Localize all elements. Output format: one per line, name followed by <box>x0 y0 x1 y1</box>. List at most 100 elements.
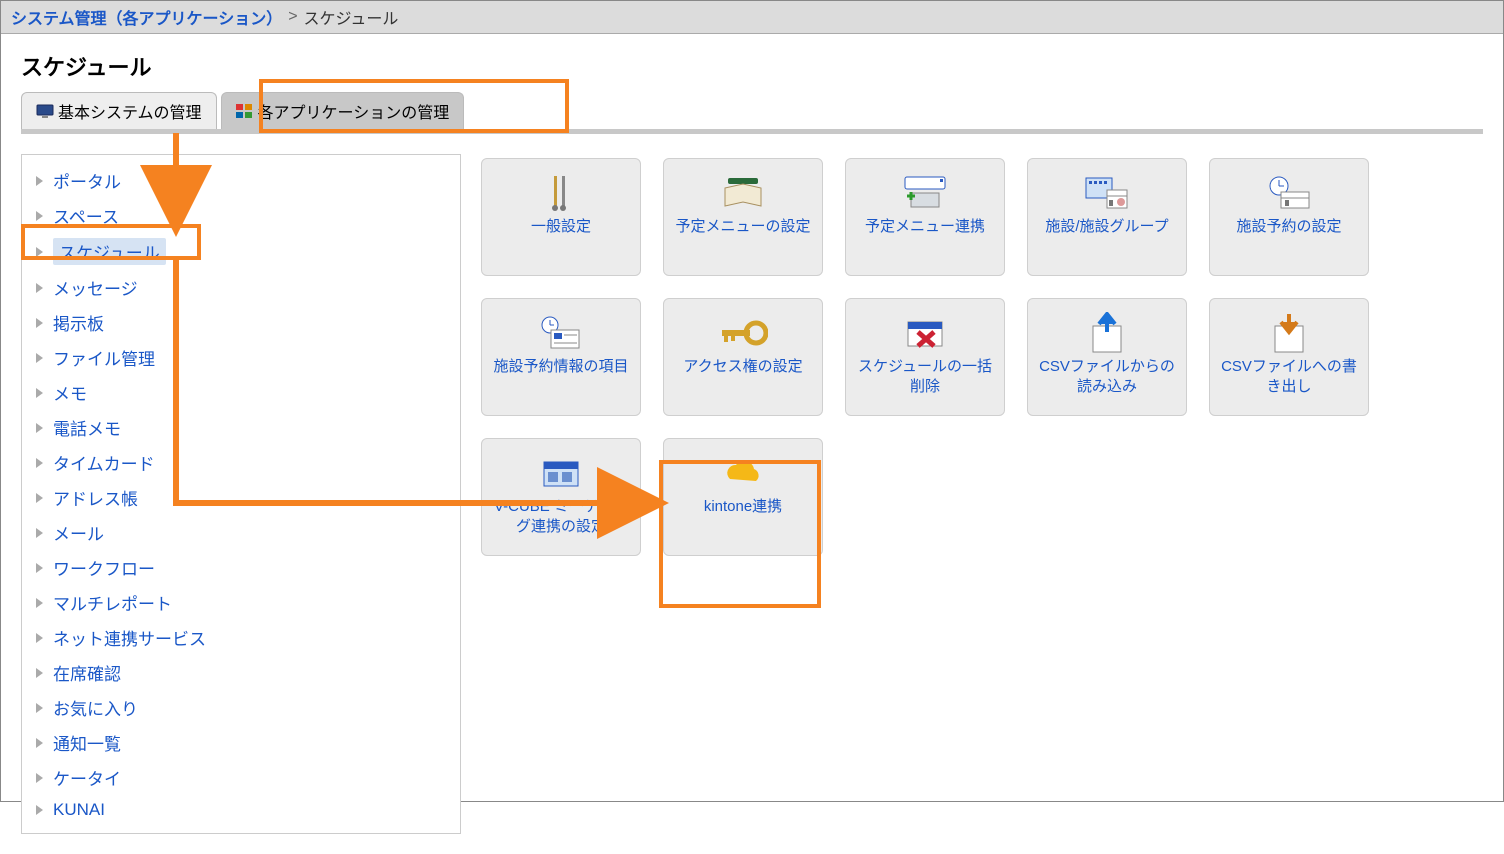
card-appointment-menu-link[interactable]: 予定メニュー連携 <box>845 158 1005 276</box>
page-title: スケジュール <box>1 34 1503 92</box>
tab-label: 基本システムの管理 <box>58 99 202 123</box>
card-label: 施設予約の設定 <box>1236 217 1341 237</box>
sidebar-item-mail[interactable]: メール <box>22 515 460 550</box>
card-label: 施設/施設グループ <box>1045 217 1168 237</box>
settings-grid: 一般設定 予定メニューの設定 予定メニュー連携 施設/施設グループ 施設予約の設… <box>481 154 1369 556</box>
sidebar-item-label: ケータイ <box>53 765 121 790</box>
chevron-right-icon <box>36 247 43 257</box>
card-access-rights[interactable]: アクセス権の設定 <box>663 298 823 416</box>
sidebar-item-timecard[interactable]: タイムカード <box>22 445 460 480</box>
sidebar-item-notifications[interactable]: 通知一覧 <box>22 725 460 760</box>
clock-card-icon <box>537 309 585 357</box>
breadcrumb-current: スケジュール <box>304 5 399 29</box>
sidebar-item-label: 電話メモ <box>53 415 121 440</box>
cloud-icon <box>720 449 766 497</box>
card-vcube-meeting[interactable]: V-CUBE ミーティング連携の設定 <box>481 438 641 556</box>
card-label: CSVファイルからの読み込み <box>1036 357 1178 396</box>
card-label: V-CUBE ミーティング連携の設定 <box>490 497 632 536</box>
chevron-right-icon <box>36 388 43 398</box>
chevron-right-icon <box>36 283 43 293</box>
card-general-settings[interactable]: 一般設定 <box>481 158 641 276</box>
tools-icon <box>542 169 580 217</box>
card-facility-group[interactable]: 施設/施設グループ <box>1027 158 1187 276</box>
chevron-right-icon <box>36 528 43 538</box>
sidebar-item-label: ファイル管理 <box>53 345 155 370</box>
sidebar-item-mobile[interactable]: ケータイ <box>22 760 460 795</box>
card-facility-reservation-items[interactable]: 施設予約情報の項目 <box>481 298 641 416</box>
apps-icon <box>236 104 254 118</box>
chevron-right-icon <box>36 668 43 678</box>
breadcrumb-separator: > <box>288 8 297 26</box>
card-schedule-bulk-delete[interactable]: スケジュールの一括削除 <box>845 298 1005 416</box>
sidebar-item-netlink[interactable]: ネット連携サービス <box>22 620 460 655</box>
card-label: 施設予約情報の項目 <box>493 357 628 377</box>
sidebar-item-label: アドレス帳 <box>53 485 138 510</box>
card-label: kintone連携 <box>704 497 782 517</box>
meeting-icon <box>538 449 584 497</box>
sidebar-item-workflow[interactable]: ワークフロー <box>22 550 460 585</box>
book-icon <box>721 169 765 217</box>
card-csv-export[interactable]: CSVファイルへの書き出し <box>1209 298 1369 416</box>
card-label: 予定メニュー連携 <box>865 217 985 237</box>
chevron-right-icon <box>36 703 43 713</box>
sidebar-item-label: メモ <box>53 380 87 405</box>
breadcrumb-root[interactable]: システム管理（各アプリケーション） <box>11 5 282 29</box>
chevron-right-icon <box>36 633 43 643</box>
card-csv-import[interactable]: CSVファイルからの読み込み <box>1027 298 1187 416</box>
tab-basic-system[interactable]: 基本システムの管理 <box>21 92 217 129</box>
sidebar-item-phonememo[interactable]: 電話メモ <box>22 410 460 445</box>
sidebar-item-label: KUNAI <box>53 800 105 820</box>
sidebar-item-label: メッセージ <box>53 275 138 300</box>
tab-each-application[interactable]: 各アプリケーションの管理 <box>221 92 465 129</box>
facility-icon <box>1083 169 1131 217</box>
card-appointment-menu-settings[interactable]: 予定メニューの設定 <box>663 158 823 276</box>
chevron-right-icon <box>36 493 43 503</box>
clock-desk-icon <box>1265 169 1313 217</box>
chevron-right-icon <box>36 738 43 748</box>
delete-calendar-icon <box>902 309 948 357</box>
side-nav: ポータル スペース スケジュール メッセージ 掲示板 ファイル管理 メモ 電話メ… <box>21 154 461 834</box>
sidebar-item-label: スペース <box>53 203 119 228</box>
sidebar-item-label: ワークフロー <box>53 555 155 580</box>
sidebar-item-label: ネット連携サービス <box>53 625 206 650</box>
sidebar-item-presence[interactable]: 在席確認 <box>22 655 460 690</box>
chevron-right-icon <box>36 458 43 468</box>
chevron-right-icon <box>36 318 43 328</box>
chevron-right-icon <box>36 598 43 608</box>
tabs: 基本システムの管理 各アプリケーションの管理 <box>21 92 1483 134</box>
chevron-right-icon <box>36 805 43 815</box>
tab-label: 各アプリケーションの管理 <box>258 99 450 123</box>
sidebar-item-schedule[interactable]: スケジュール <box>22 233 460 270</box>
card-label: 一般設定 <box>531 217 591 237</box>
sidebar-item-label: 在席確認 <box>53 660 121 685</box>
key-icon <box>718 309 768 357</box>
sidebar-item-addressbook[interactable]: アドレス帳 <box>22 480 460 515</box>
sidebar-item-board[interactable]: 掲示板 <box>22 305 460 340</box>
sidebar-item-label: スケジュール <box>53 238 166 265</box>
card-facility-reservation-settings[interactable]: 施設予約の設定 <box>1209 158 1369 276</box>
csv-export-icon <box>1269 309 1309 357</box>
card-kintone-link[interactable]: kintone連携 <box>663 438 823 556</box>
chevron-right-icon <box>36 563 43 573</box>
sidebar-item-label: ポータル <box>53 168 121 193</box>
sidebar-item-portal[interactable]: ポータル <box>22 163 460 198</box>
sidebar-item-label: マルチレポート <box>53 590 172 615</box>
sidebar-item-file[interactable]: ファイル管理 <box>22 340 460 375</box>
sidebar-item-label: 掲示板 <box>53 310 104 335</box>
sidebar-item-favorite[interactable]: お気に入り <box>22 690 460 725</box>
chevron-right-icon <box>36 211 43 221</box>
sidebar-item-kunai[interactable]: KUNAI <box>22 795 460 825</box>
sidebar-item-multireport[interactable]: マルチレポート <box>22 585 460 620</box>
chevron-right-icon <box>36 353 43 363</box>
card-label: CSVファイルへの書き出し <box>1218 357 1360 396</box>
sidebar-item-label: お気に入り <box>53 695 138 720</box>
card-label: 予定メニューの設定 <box>675 217 810 237</box>
card-label: スケジュールの一括削除 <box>854 357 996 396</box>
breadcrumb: システム管理（各アプリケーション） > スケジュール <box>1 1 1503 34</box>
sidebar-item-space[interactable]: スペース <box>22 198 460 233</box>
chevron-right-icon <box>36 176 43 186</box>
sidebar-item-label: 通知一覧 <box>53 730 121 755</box>
card-label: アクセス権の設定 <box>683 357 802 377</box>
sidebar-item-message[interactable]: メッセージ <box>22 270 460 305</box>
sidebar-item-memo[interactable]: メモ <box>22 375 460 410</box>
